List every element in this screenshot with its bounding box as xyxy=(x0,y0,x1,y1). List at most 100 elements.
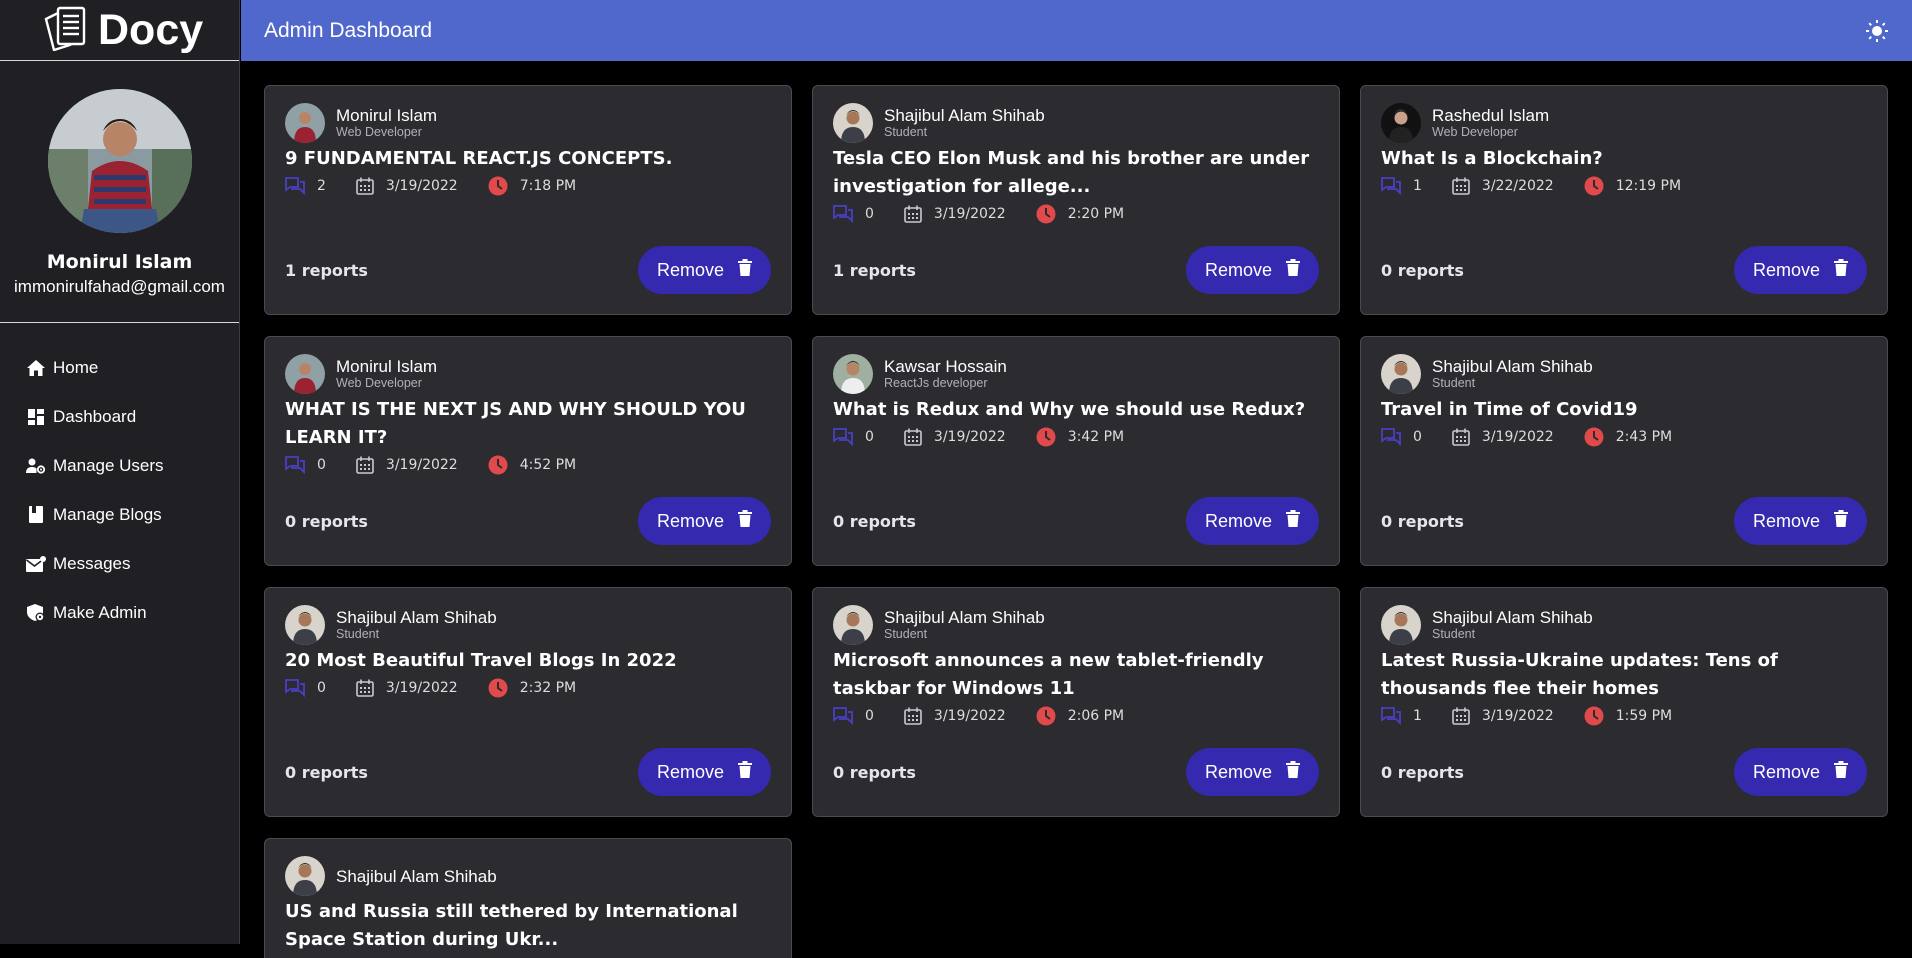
blog-card: Shajibul Alam Shihab Student Tesla CEO E… xyxy=(812,85,1340,315)
remove-button[interactable]: Remove xyxy=(638,497,771,545)
card-author: Shajibul Alam Shihab Student xyxy=(1381,354,1867,394)
remove-button-label: Remove xyxy=(656,761,725,782)
remove-button[interactable]: Remove xyxy=(1734,748,1867,796)
clock-icon xyxy=(1036,427,1056,447)
trash-icon xyxy=(1834,259,1849,281)
card-author: Shajibul Alam Shihab Student xyxy=(833,605,1319,645)
author-name[interactable]: Monirul Islam xyxy=(336,106,437,125)
blog-card: Kawsar Hossain ReactJs developer What is… xyxy=(812,336,1340,566)
card-author: Shajibul Alam Shihab xyxy=(285,856,771,896)
sidebar-item-manage-users[interactable]: Manage Users xyxy=(0,441,239,490)
brand-logo[interactable]: Docy xyxy=(0,0,239,61)
clock-icon xyxy=(1584,427,1604,447)
blog-title[interactable]: Latest Russia-Ukraine updates: Tens of t… xyxy=(1381,647,1867,703)
blog-title[interactable]: 9 FUNDAMENTAL REACT.JS CONCEPTS. xyxy=(285,145,771,173)
remove-button[interactable]: Remove xyxy=(638,748,771,796)
post-date: 3/19/2022 xyxy=(1481,429,1554,445)
comment-icon xyxy=(285,177,305,195)
sidebar-item-home[interactable]: Home xyxy=(0,343,239,392)
comment-count: 0 xyxy=(865,429,874,445)
remove-button-label: Remove xyxy=(1204,510,1273,531)
post-date: 3/19/2022 xyxy=(933,206,1006,222)
author-name[interactable]: Shajibul Alam Shihab xyxy=(1432,608,1593,627)
blog-title[interactable]: Tesla CEO Elon Musk and his brother are … xyxy=(833,145,1319,201)
trash-icon xyxy=(1834,761,1849,783)
author-avatar xyxy=(833,103,873,143)
profile-name: Monirul Islam xyxy=(46,251,193,273)
blog-grid: Monirul Islam Web Developer 9 FUNDAMENTA… xyxy=(264,85,1888,958)
blog-title[interactable]: US and Russia still tethered by Internat… xyxy=(285,898,771,954)
post-time: 2:43 PM xyxy=(1615,429,1673,445)
clock-icon xyxy=(488,678,508,698)
author-name[interactable]: Rashedul Islam xyxy=(1432,106,1549,125)
comment-icon xyxy=(285,679,305,697)
report-count: 1 reports xyxy=(285,260,368,280)
author-name[interactable]: Kawsar Hossain xyxy=(884,357,1007,376)
sidebar-item-label: Dashboard xyxy=(53,406,137,426)
sidebar-item-dashboard[interactable]: Dashboard xyxy=(0,392,239,441)
remove-button-label: Remove xyxy=(1752,510,1821,531)
blog-title[interactable]: WHAT IS THE NEXT JS AND WHY SHOULD YOU L… xyxy=(285,396,771,452)
remove-button-label: Remove xyxy=(656,259,725,280)
remove-button-label: Remove xyxy=(1752,761,1821,782)
brand-name: Docy xyxy=(98,5,204,54)
sidebar-item-manage-blogs[interactable]: Manage Blogs xyxy=(0,490,239,539)
report-count: 0 reports xyxy=(833,511,916,531)
report-count: 0 reports xyxy=(285,511,368,531)
author-avatar xyxy=(833,605,873,645)
clock-icon xyxy=(1036,706,1056,726)
blog-title[interactable]: What is Redux and Why we should use Redu… xyxy=(833,396,1319,424)
author-name[interactable]: Shajibul Alam Shihab xyxy=(884,608,1045,627)
report-count: 0 reports xyxy=(285,762,368,782)
remove-button[interactable]: Remove xyxy=(638,246,771,294)
calendar-icon xyxy=(904,205,922,223)
post-date: 3/19/2022 xyxy=(1481,708,1554,724)
sidebar-item-make-admin[interactable]: Make Admin xyxy=(0,588,239,637)
comment-icon xyxy=(833,205,853,223)
blog-title[interactable]: Microsoft announces a new tablet-friendl… xyxy=(833,647,1319,703)
author-avatar xyxy=(285,605,325,645)
blog-title[interactable]: 20 Most Beautiful Travel Blogs In 2022 xyxy=(285,647,771,675)
trash-icon xyxy=(1286,510,1301,532)
sidebar-item-label: Manage Blogs xyxy=(53,504,162,524)
remove-button[interactable]: Remove xyxy=(1186,748,1319,796)
remove-button[interactable]: Remove xyxy=(1186,246,1319,294)
blog-title[interactable]: What Is a Blockchain? xyxy=(1381,145,1867,173)
post-date: 3/19/2022 xyxy=(385,457,458,473)
author-name[interactable]: Monirul Islam xyxy=(336,357,437,376)
remove-button-label: Remove xyxy=(1204,761,1273,782)
author-name[interactable]: Shajibul Alam Shihab xyxy=(884,106,1045,125)
remove-button[interactable]: Remove xyxy=(1734,246,1867,294)
mail-icon xyxy=(26,554,46,574)
report-count: 0 reports xyxy=(1381,260,1464,280)
comment-icon xyxy=(285,456,305,474)
author-role: Web Developer xyxy=(1432,125,1518,139)
author-name[interactable]: Shajibul Alam Shihab xyxy=(1432,357,1593,376)
post-date: 3/19/2022 xyxy=(933,429,1006,445)
theme-toggle-sun-icon[interactable] xyxy=(1864,18,1890,44)
card-author: Shajibul Alam Shihab Student xyxy=(285,605,771,645)
blog-title[interactable]: Travel in Time of Covid19 xyxy=(1381,396,1867,424)
blog-card: Shajibul Alam Shihab Student Microsoft a… xyxy=(812,587,1340,817)
dashboard-icon xyxy=(26,407,46,427)
calendar-icon xyxy=(1452,177,1470,195)
author-avatar xyxy=(833,354,873,394)
post-date: 3/19/2022 xyxy=(385,680,458,696)
blog-card: Shajibul Alam Shihab US and Russia still… xyxy=(264,838,792,958)
post-date: 3/19/2022 xyxy=(933,708,1006,724)
sidebar-nav: Home Dashboard Manage Users Manage Blogs… xyxy=(0,323,239,637)
remove-button[interactable]: Remove xyxy=(1186,497,1319,545)
sidebar-item-messages[interactable]: Messages xyxy=(0,539,239,588)
remove-button[interactable]: Remove xyxy=(1734,497,1867,545)
blog-meta: 1 3/22/2022 12:19 PM xyxy=(1381,174,1867,198)
author-name[interactable]: Shajibul Alam Shihab xyxy=(336,608,497,627)
card-author: Shajibul Alam Shihab Student xyxy=(1381,605,1867,645)
author-avatar xyxy=(1381,354,1421,394)
author-name[interactable]: Shajibul Alam Shihab xyxy=(336,867,497,886)
calendar-icon xyxy=(356,456,374,474)
sidebar-item-label: Make Admin xyxy=(53,602,147,622)
sidebar: Docy Monirul Islam immonirulfahad@gmail.… xyxy=(0,0,240,944)
remove-button-label: Remove xyxy=(656,510,725,531)
post-time: 2:06 PM xyxy=(1067,708,1125,724)
author-role: Student xyxy=(1432,376,1476,390)
